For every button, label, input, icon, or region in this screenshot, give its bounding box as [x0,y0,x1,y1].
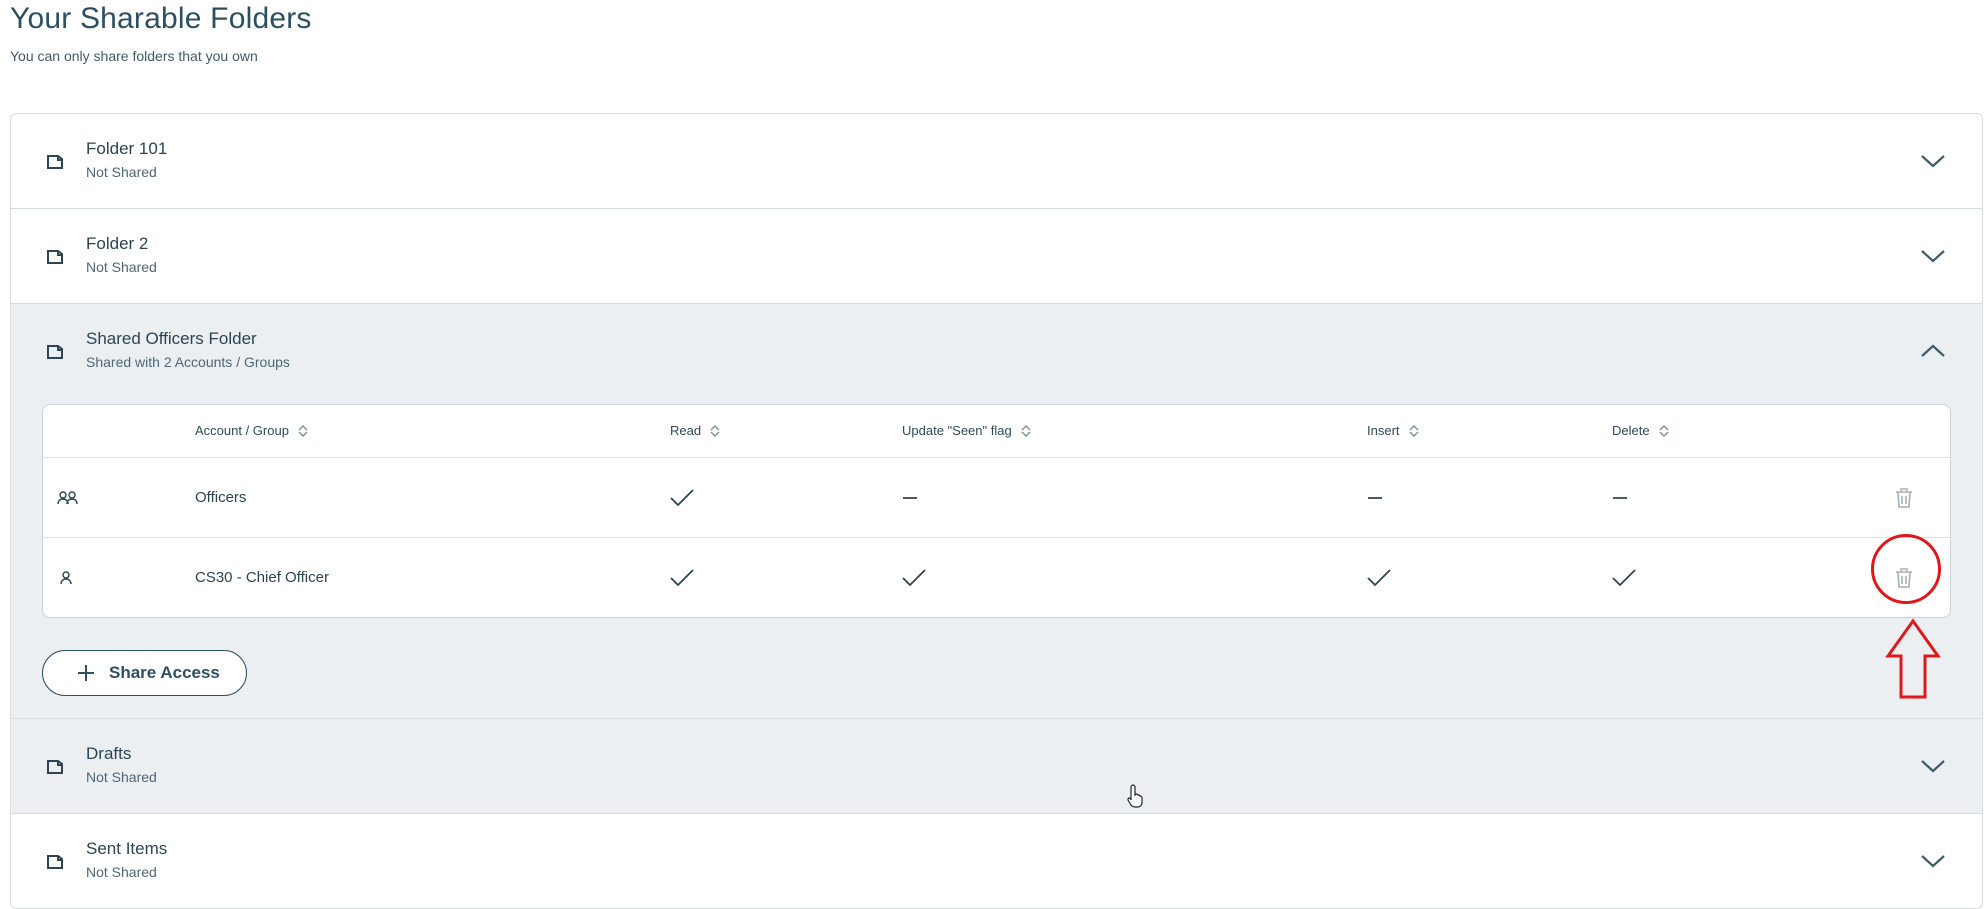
folder-header[interactable]: Drafts Not Shared [11,719,1982,813]
folder-header[interactable]: Sent Items Not Shared [11,814,1982,908]
sort-icon [298,425,308,437]
folder-icon [47,250,63,264]
column-header-account-group[interactable]: Account / Group [195,405,309,457]
folder-icon [47,345,63,359]
column-label: Delete [1612,423,1650,438]
check-icon [902,538,926,617]
folder-item-folder-101: Folder 101 Not Shared [11,114,1982,209]
hand-cursor-icon [1127,784,1143,808]
folder-item-drafts: Drafts Not Shared [11,719,1982,814]
chevron-down-icon[interactable] [1918,754,1948,776]
folder-list: Folder 101 Not Shared Folder 2 Not Share… [10,113,1983,909]
dash-icon [1612,458,1636,537]
folder-icon [47,855,63,869]
folder-status: Not Shared [86,864,157,880]
column-header-read[interactable]: Read [670,405,721,457]
dash-icon [1367,458,1391,537]
folder-status: Not Shared [86,769,157,785]
annotation-arrow-up-icon [1885,618,1941,699]
column-header-update-seen-flag[interactable]: Update "Seen" flag [902,405,1032,457]
group-icon [57,458,79,537]
column-label: Insert [1367,423,1400,438]
account-name: Officers [195,489,247,506]
check-icon [670,458,694,537]
check-icon [670,538,694,617]
table-row: CS30 - Chief Officer [43,537,1950,617]
folder-header[interactable]: Shared Officers Folder Shared with 2 Acc… [11,304,1982,398]
sort-icon [1409,425,1419,437]
page-title: Your Sharable Folders [10,2,312,35]
share-access-button[interactable]: Share Access [42,650,247,696]
trash-icon[interactable] [1894,458,1914,537]
folder-name: Folder 101 [86,139,168,158]
chevron-down-icon[interactable] [1918,149,1948,171]
sort-icon [710,425,720,437]
account-name: CS30 - Chief Officer [195,569,329,586]
chevron-down-icon[interactable] [1918,849,1948,871]
folder-status: Shared with 2 Accounts / Groups [86,354,290,370]
folder-name: Drafts [86,744,132,763]
column-header-insert[interactable]: Insert [1367,405,1420,457]
share-access-label: Share Access [109,663,220,682]
share-permissions-table: Account / Group Read Update "Seen" flag … [42,404,1951,618]
plus-icon [78,665,94,681]
sort-icon [1659,425,1669,437]
user-icon [57,538,79,617]
folder-item-shared-officers-folder: Shared Officers Folder Shared with 2 Acc… [11,304,1982,719]
column-label: Account / Group [195,423,289,438]
column-label: Read [670,423,702,438]
folder-status: Not Shared [86,164,157,180]
folder-icon [47,155,63,169]
table-header-row: Account / Group Read Update "Seen" flag … [43,405,1950,457]
table-row: Officers [43,457,1950,537]
folder-icon [47,760,63,774]
sort-icon [1021,425,1031,437]
annotation-circle [1871,534,1941,604]
folder-item-sent-items: Sent Items Not Shared [11,814,1982,908]
folder-name: Sent Items [86,839,168,858]
chevron-up-icon[interactable] [1918,339,1948,361]
folder-status: Not Shared [86,259,157,275]
column-header-delete[interactable]: Delete [1612,405,1670,457]
folder-name: Shared Officers Folder [86,329,257,348]
check-icon [1612,538,1636,617]
page-subtitle: You can only share folders that you own [10,48,258,64]
folder-header[interactable]: Folder 101 Not Shared [11,114,1982,208]
dash-icon [902,458,926,537]
column-label: Update "Seen" flag [902,423,1012,438]
folder-item-folder-2: Folder 2 Not Shared [11,209,1982,304]
folder-name: Folder 2 [86,234,149,253]
chevron-down-icon[interactable] [1918,244,1948,266]
check-icon [1367,538,1391,617]
folder-header[interactable]: Folder 2 Not Shared [11,209,1982,303]
